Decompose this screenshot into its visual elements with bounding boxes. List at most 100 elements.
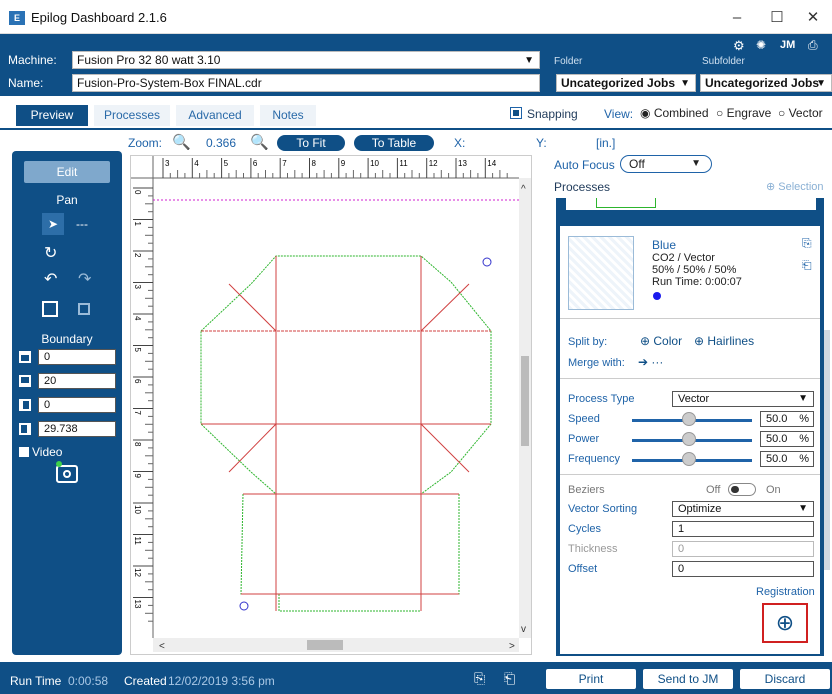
export-job-icon[interactable]: ⎗: [504, 670, 515, 687]
power-slider-knob[interactable]: [682, 432, 696, 446]
previous-process-card[interactable]: [566, 198, 816, 210]
diagonal-fold: [420, 423, 470, 473]
group-icon[interactable]: [42, 301, 58, 317]
printer-icon[interactable]: ⎙: [808, 38, 818, 53]
gear-icon[interactable]: ⚙: [733, 38, 745, 54]
registration-target-button[interactable]: ⊕: [762, 603, 808, 643]
undo-icon[interactable]: ↶: [44, 269, 57, 289]
edit-button[interactable]: Edit: [24, 161, 110, 183]
snapping-label: Snapping: [527, 107, 578, 121]
video-label: Video: [32, 445, 63, 459]
speed-slider-knob[interactable]: [682, 412, 696, 426]
boundary-bottom-input[interactable]: 20: [38, 373, 116, 389]
horizontal-scroll-thumb[interactable]: [307, 640, 343, 650]
process-settings-line: 50% / 50% / 50%: [652, 264, 737, 276]
created-value: 12/02/2019 3:56 pm: [168, 674, 275, 688]
discard-button[interactable]: Discard: [740, 669, 830, 689]
job-name-input[interactable]: Fusion-Pro-System-Box FINAL.cdr: [72, 74, 540, 92]
ruler-label: 3: [133, 285, 142, 290]
zoom-out-icon[interactable]: 🔍: [172, 133, 191, 151]
machine-value: Fusion Pro 32 80 watt 3.10: [77, 53, 221, 67]
folder-select[interactable]: Uncategorized Jobs ▼: [556, 74, 696, 92]
chevron-down-icon: ▼: [798, 393, 808, 404]
zoom-in-icon[interactable]: 🔍: [250, 133, 269, 151]
window-title: Epilog Dashboard 2.1.6: [31, 10, 167, 25]
process-type-value: Vector: [678, 393, 710, 405]
power-input[interactable]: 50.0 %: [760, 431, 814, 447]
scroll-down-icon[interactable]: v: [521, 624, 526, 635]
refresh-icon[interactable]: ↻: [44, 243, 57, 263]
send-to-jm-button[interactable]: Send to JM: [643, 669, 733, 689]
minimize-button[interactable]: –: [722, 6, 752, 30]
scroll-right-icon[interactable]: >: [509, 641, 515, 652]
split-by-color-button[interactable]: ⊕ Color: [640, 334, 682, 348]
to-fit-button[interactable]: To Fit: [277, 135, 345, 151]
snapping-checkbox[interactable]: [510, 107, 522, 119]
view-vector-radio[interactable]: ○ Vector: [778, 106, 823, 120]
vector-sorting-select[interactable]: Optimize ▼: [672, 501, 814, 517]
machine-select[interactable]: Fusion Pro 32 80 watt 3.10 ▼: [72, 51, 540, 69]
import-icon[interactable]: ⎗: [802, 258, 812, 273]
ruler-label: 9: [133, 474, 142, 479]
print-button[interactable]: Print: [546, 669, 636, 689]
zoom-label: Zoom:: [128, 136, 163, 150]
preview-canvas[interactable]: 3 4 5 6 7 8 9 10 11 12 13 14 0 1 2 3 4 5 6 7 8 9 10 11 12 13 ^ v…: [130, 155, 532, 655]
subfolder-select[interactable]: Uncategorized Jobs ▼: [700, 74, 832, 92]
boundary-left-icon: [19, 399, 31, 411]
export-icon[interactable]: ⎘: [802, 236, 812, 251]
ruler-label: 11: [399, 159, 408, 168]
autofocus-select[interactable]: Off ▼: [620, 155, 712, 173]
import-job-icon[interactable]: ⎘: [474, 670, 485, 687]
ruler-label: 7: [133, 411, 142, 416]
maximize-button[interactable]: ☐: [762, 6, 792, 30]
offset-input[interactable]: 0: [672, 561, 814, 577]
merge-with-button[interactable]: ➔ ···: [638, 355, 663, 369]
pointer-tool-icon[interactable]: ➤: [42, 213, 64, 235]
frequency-slider-knob[interactable]: [682, 452, 696, 466]
boundary-top-input[interactable]: 0: [38, 349, 116, 365]
job-manager-button[interactable]: JM: [780, 39, 795, 51]
thickness-input[interactable]: 0: [672, 541, 814, 557]
frequency-input[interactable]: 50.0 %: [760, 451, 814, 467]
beziers-toggle[interactable]: [728, 483, 756, 496]
boundary-label: Boundary: [41, 332, 93, 346]
view-engrave-label: Engrave: [726, 106, 772, 120]
view-engrave-radio[interactable]: ○ Engrave: [716, 106, 771, 120]
activity-icon[interactable]: ✺: [756, 38, 766, 52]
ungroup-icon[interactable]: [78, 303, 90, 315]
split-by-hairlines-button[interactable]: ⊕ Hairlines: [694, 334, 754, 348]
tab-preview[interactable]: Preview: [16, 105, 88, 126]
ruler-label: 9: [341, 159, 346, 168]
diagonal-fold: [420, 283, 470, 332]
tab-notes[interactable]: Notes: [260, 105, 316, 126]
scroll-left-icon[interactable]: <: [159, 641, 165, 652]
tab-advanced[interactable]: Advanced: [176, 105, 254, 126]
offset-label: Offset: [568, 563, 598, 575]
tab-processes[interactable]: Processes: [94, 105, 170, 126]
view-combined-radio[interactable]: ◉ Combined: [640, 106, 709, 120]
speed-input[interactable]: 50.0 %: [760, 411, 814, 427]
boundary-right-icon: [19, 423, 31, 435]
redo-icon[interactable]: ↷: [78, 269, 91, 289]
to-table-button[interactable]: To Table: [354, 135, 434, 151]
ruler-label: 13: [458, 159, 467, 168]
close-button[interactable]: ✕: [798, 6, 828, 30]
vertical-scroll-thumb[interactable]: [521, 356, 529, 446]
frequency-value: 50.0: [766, 453, 788, 465]
process-list-scrollbar[interactable]: [824, 330, 830, 570]
boundary-left-input[interactable]: 0: [38, 397, 116, 413]
cycles-label: Cycles: [568, 523, 602, 535]
thickness-label: Thickness: [568, 543, 618, 555]
process-type-select[interactable]: Vector ▼: [672, 391, 814, 407]
scroll-up-icon[interactable]: ^: [521, 184, 526, 195]
split-hairlines-label: Hairlines: [707, 334, 755, 348]
zoom-value: 0.366: [206, 136, 237, 150]
beziers-label: Beziers: [568, 484, 605, 496]
camera-icon[interactable]: [56, 461, 78, 483]
boundary-right-input[interactable]: 29.738: [38, 421, 116, 437]
video-checkbox[interactable]: [19, 447, 29, 457]
status-footer: Run Time 0:00:58 Created 12/02/2019 3:56…: [0, 662, 832, 694]
selection-button[interactable]: ⊕ Selection: [766, 180, 824, 193]
power-value: 50.0: [766, 433, 788, 445]
cycles-input[interactable]: 1: [672, 521, 814, 537]
